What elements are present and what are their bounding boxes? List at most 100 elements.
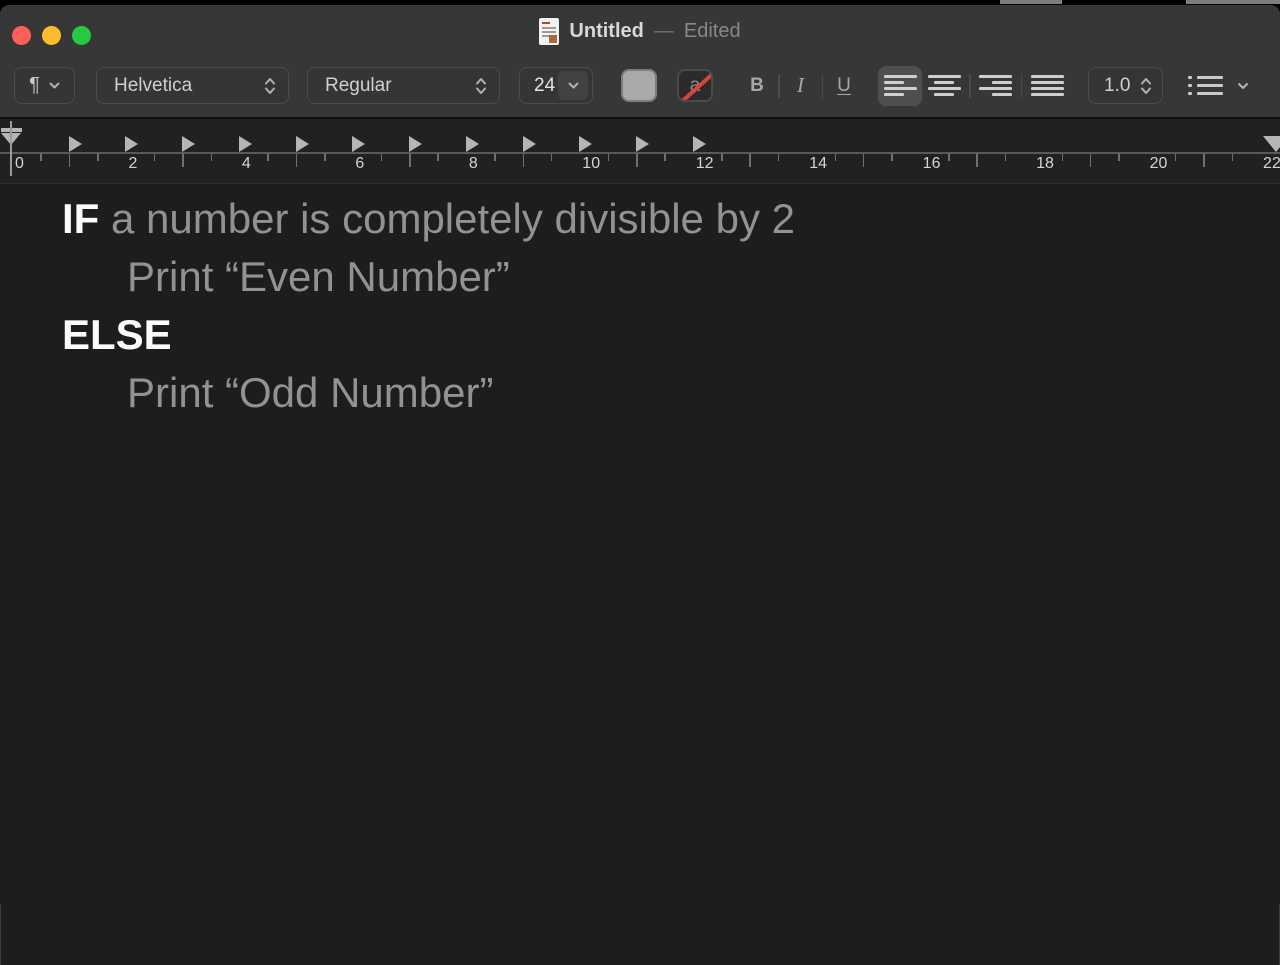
ruler-tick xyxy=(948,154,950,161)
ruler-tick xyxy=(97,154,99,161)
ruler-tick xyxy=(211,154,213,161)
document-text-line: Print “Odd Number” xyxy=(0,364,1280,422)
text-segment-body: Print “Even Number” xyxy=(127,253,510,300)
line-spacing-stepper[interactable]: 1.0 xyxy=(1088,67,1163,104)
ruler-number: 14 xyxy=(809,155,827,173)
title-separator: — xyxy=(654,20,674,43)
ruler-number: 8 xyxy=(469,155,478,173)
pilcrow-icon: ¶ xyxy=(29,74,40,97)
ruler-tick xyxy=(182,154,184,167)
ruler-tick xyxy=(1062,154,1064,161)
document-icon xyxy=(539,18,559,45)
text-background-color-well[interactable]: a xyxy=(677,69,713,102)
tab-stop-marker[interactable] xyxy=(69,136,82,152)
right-indent-marker[interactable] xyxy=(1263,136,1280,152)
tab-stop-marker[interactable] xyxy=(523,136,536,152)
ruler-tick xyxy=(863,154,865,167)
tab-stop-marker[interactable] xyxy=(636,136,649,152)
ruler-tick xyxy=(437,154,439,161)
chevron-down-icon xyxy=(1237,82,1249,90)
ruler-tick xyxy=(409,154,411,167)
align-right-button[interactable] xyxy=(974,66,1018,106)
tab-stop-marker[interactable] xyxy=(409,136,422,152)
ruler-number: 16 xyxy=(923,155,941,173)
document-text-line: ELSE xyxy=(0,306,1280,364)
align-center-icon xyxy=(928,75,961,96)
ruler[interactable]: 0246810121416182022 xyxy=(0,119,1280,184)
ruler-number: 4 xyxy=(242,155,251,173)
text-segment-keyword: IF xyxy=(62,195,99,242)
ruler-tick xyxy=(40,154,42,161)
tab-stop-marker[interactable] xyxy=(352,136,365,152)
text-segment-body: a number is completely divisible by 2 xyxy=(99,195,795,242)
edited-status: Edited xyxy=(684,20,741,43)
paragraph-style-button[interactable]: ¶ xyxy=(14,67,75,104)
ruler-tick xyxy=(494,154,496,161)
align-justify-button[interactable] xyxy=(1025,66,1069,106)
background-window-edge xyxy=(1000,0,1062,4)
align-right-icon xyxy=(979,75,1012,96)
text-editing-area[interactable]: IF a number is completely divisible by 2… xyxy=(0,184,1280,904)
font-family-value: Helvetica xyxy=(114,75,192,97)
ruler-tick xyxy=(749,154,751,167)
ruler-number: 0 xyxy=(15,155,24,173)
chevron-down-icon xyxy=(49,82,60,89)
font-family-dropdown[interactable]: Helvetica xyxy=(96,67,289,104)
ruler-number: 18 xyxy=(1036,155,1054,173)
bold-button[interactable]: B xyxy=(739,68,775,104)
alignment-group xyxy=(878,66,1069,106)
ruler-tick xyxy=(778,154,780,161)
font-size-menu-button[interactable] xyxy=(558,71,588,100)
ruler-tick xyxy=(381,154,383,161)
document-text-line: Print “Even Number” xyxy=(0,248,1280,306)
tab-stop-marker[interactable] xyxy=(466,136,479,152)
ruler-number: 12 xyxy=(696,155,714,173)
ruler-tick xyxy=(296,154,298,167)
ruler-number: 10 xyxy=(582,155,600,173)
textedit-window: Untitled — Edited ¶ Helvetica Regular 24… xyxy=(0,5,1280,965)
align-center-button[interactable] xyxy=(922,66,966,106)
chevron-up-down-icon xyxy=(475,77,487,95)
left-indent-marker[interactable] xyxy=(1,128,22,145)
text-segment-body: Print “Odd Number” xyxy=(127,369,493,416)
format-toolbar: ¶ Helvetica Regular 24 a B I U xyxy=(0,58,1280,119)
divider xyxy=(778,74,780,98)
underline-button[interactable]: U xyxy=(826,68,862,104)
ruler-tick xyxy=(835,154,837,161)
tab-stop-marker[interactable] xyxy=(296,136,309,152)
document-text-line: IF a number is completely divisible by 2 xyxy=(0,190,1280,248)
font-size-control[interactable]: 24 xyxy=(519,67,593,104)
tab-stop-marker[interactable] xyxy=(182,136,195,152)
ruler-tick xyxy=(976,154,978,167)
ruler-tick xyxy=(1090,154,1092,167)
title-bar[interactable]: Untitled — Edited xyxy=(0,5,1280,58)
list-style-control[interactable] xyxy=(1188,76,1249,96)
bulleted-list-icon xyxy=(1188,76,1223,96)
ruler-number: 22 xyxy=(1263,155,1280,173)
ruler-tick xyxy=(891,154,893,161)
background-window-edge xyxy=(1186,0,1280,4)
tab-stop-marker[interactable] xyxy=(125,136,138,152)
ruler-tick xyxy=(1175,154,1177,161)
italic-button[interactable]: I xyxy=(783,68,819,104)
ruler-tick xyxy=(154,154,156,161)
tab-stop-marker[interactable] xyxy=(579,136,592,152)
align-left-button[interactable] xyxy=(878,66,922,106)
divider xyxy=(969,74,971,98)
chevron-down-icon xyxy=(568,82,579,89)
text-style-group: B I U xyxy=(739,68,862,104)
ruler-tick xyxy=(721,154,723,161)
ruler-tick xyxy=(1232,154,1234,161)
ruler-tick xyxy=(69,154,71,167)
tab-stop-marker[interactable] xyxy=(693,136,706,152)
ruler-tick xyxy=(523,154,525,167)
font-style-dropdown[interactable]: Regular xyxy=(307,67,500,104)
ruler-number: 6 xyxy=(355,155,364,173)
ruler-tick xyxy=(664,154,666,161)
ruler-tick xyxy=(1203,154,1205,167)
tab-stop-marker[interactable] xyxy=(239,136,252,152)
ruler-tick xyxy=(551,154,553,161)
font-style-value: Regular xyxy=(325,75,392,97)
window-title: Untitled xyxy=(569,20,643,43)
text-color-well[interactable] xyxy=(621,69,657,102)
